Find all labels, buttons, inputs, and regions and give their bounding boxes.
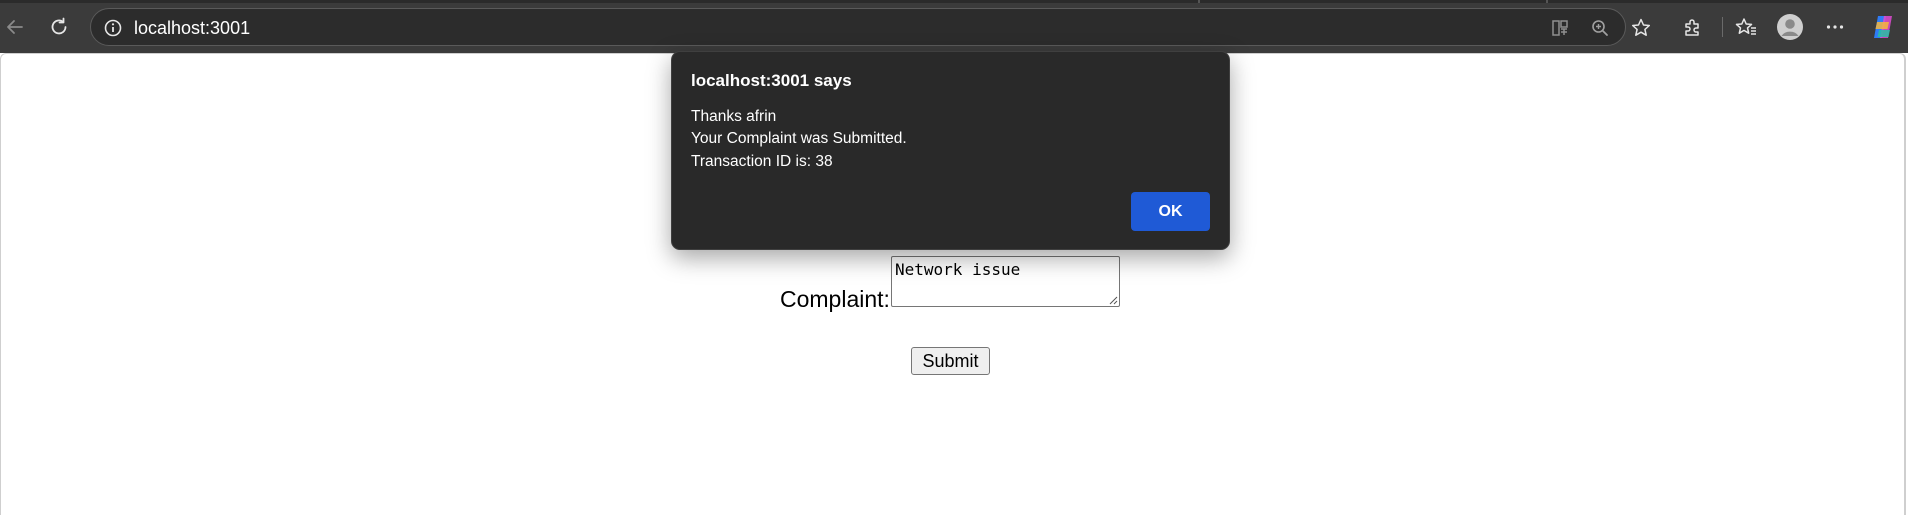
- puzzle-icon[interactable]: [1678, 12, 1708, 42]
- copilot-icon[interactable]: [1868, 12, 1898, 42]
- complaint-textarea[interactable]: Network issue: [891, 256, 1120, 307]
- info-icon[interactable]: [101, 16, 125, 40]
- dialog-message-line: Your Complaint was Submitted.: [691, 130, 907, 147]
- submit-button[interactable]: Submit: [911, 347, 990, 375]
- reader-view-icon[interactable]: [1548, 16, 1572, 40]
- complaint-label: Complaint:: [780, 286, 890, 312]
- address-bar[interactable]: localhost:3001: [90, 8, 1651, 46]
- favorites-icon[interactable]: [1731, 12, 1761, 42]
- star-icon[interactable]: [1629, 16, 1653, 40]
- browser-toolbar: localhost:3001: [0, 0, 1908, 53]
- zoom-icon[interactable]: [1588, 16, 1612, 40]
- back-arrow-icon[interactable]: [0, 12, 30, 42]
- dialog-message-line: Transaction ID is: 38: [691, 153, 833, 170]
- alert-dialog: localhost:3001 says Thanks afrin Your Co…: [671, 51, 1230, 250]
- url-text: localhost:3001: [134, 18, 251, 38]
- tab-edge: [1198, 0, 1200, 3]
- refresh-icon[interactable]: [44, 12, 74, 42]
- more-icon[interactable]: [1820, 12, 1850, 42]
- complaint-text: Network issue: [895, 260, 1021, 279]
- ok-button[interactable]: OK: [1131, 192, 1210, 231]
- dialog-title: localhost:3001 says: [691, 71, 852, 90]
- dialog-message-line: Thanks afrin: [691, 108, 777, 125]
- toolbar-divider: [1722, 17, 1723, 37]
- profile-icon[interactable]: [1775, 12, 1805, 42]
- tab-edge: [1546, 0, 1548, 3]
- resize-grip-icon[interactable]: [1108, 295, 1118, 305]
- tab-strip: [0, 0, 1908, 3]
